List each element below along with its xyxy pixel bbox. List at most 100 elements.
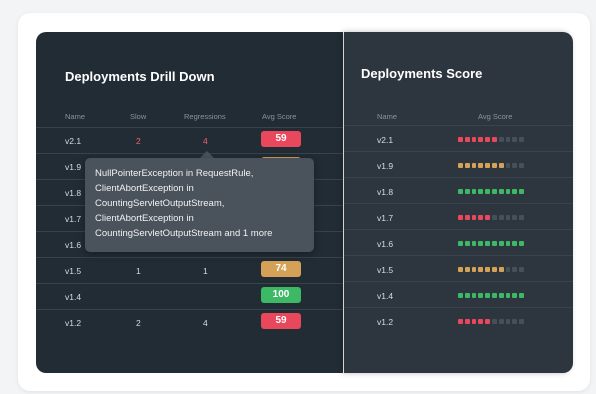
score-segment <box>478 319 484 324</box>
score-segment <box>471 163 477 168</box>
tooltip-arrow <box>200 151 214 158</box>
score-segment <box>485 215 490 220</box>
score-segment <box>478 267 484 272</box>
row-regressions: 4 <box>203 136 208 146</box>
score-badge: 100 <box>261 287 301 303</box>
score-segment <box>478 163 484 168</box>
score-segment <box>519 241 524 246</box>
score-segment <box>505 215 511 220</box>
score-segment <box>478 293 484 298</box>
score-segment <box>505 163 511 168</box>
row-name: v1.7 <box>377 213 394 223</box>
score-segment <box>458 267 463 272</box>
row-slow: 2 <box>136 136 141 146</box>
row-regressions: 4 <box>203 318 208 328</box>
score-bar <box>458 189 524 194</box>
score-bar <box>458 137 524 142</box>
row-name: v1.9 <box>377 161 394 171</box>
score-segment <box>519 319 524 324</box>
score-segment <box>464 137 470 142</box>
score-segment <box>485 137 490 142</box>
score-segment <box>512 215 518 220</box>
score-header-name: Name <box>377 112 398 121</box>
score-segment <box>498 189 504 194</box>
tooltip-line: NullPointerException in RequestRule, <box>95 168 254 179</box>
score-bar <box>458 319 524 324</box>
score-segment <box>505 137 511 142</box>
score-segment <box>458 163 463 168</box>
score-badge: 74 <box>261 261 301 277</box>
score-segment <box>471 267 477 272</box>
drill-down-title: Deployments Drill Down <box>65 69 215 84</box>
header-name: Name <box>65 112 86 121</box>
row-regressions: 1 <box>203 266 208 276</box>
score-segment <box>512 163 518 168</box>
row-slow: 2 <box>136 318 141 328</box>
score-segment <box>491 293 497 298</box>
row-name: v1.2 <box>65 318 82 328</box>
score-segment <box>519 137 524 142</box>
score-bar <box>458 267 524 272</box>
row-name: v1.5 <box>377 265 394 275</box>
score-segment <box>505 241 511 246</box>
score-segment <box>512 189 518 194</box>
score-bar <box>458 293 524 298</box>
score-segment <box>464 163 470 168</box>
row-name: v1.9 <box>65 162 82 172</box>
row-name: v1.7 <box>65 214 82 224</box>
score-segment <box>505 267 511 272</box>
score-segment <box>491 163 497 168</box>
score-segment <box>498 319 504 324</box>
score-bar <box>458 241 524 246</box>
score-segment <box>498 267 504 272</box>
score-segment <box>471 215 477 220</box>
score-segment <box>478 137 484 142</box>
score-segment <box>512 293 518 298</box>
row-name: v1.8 <box>377 187 394 197</box>
score-segment <box>498 137 504 142</box>
score-segment <box>485 267 490 272</box>
header-avg-score: Avg Score <box>262 112 297 121</box>
score-segment <box>485 293 490 298</box>
score-segment <box>464 267 470 272</box>
score-segment <box>458 319 463 324</box>
tooltip-line: CountingServletOutputStream and 1 more <box>95 228 273 239</box>
score-segment <box>458 293 463 298</box>
header-regressions: Regressions <box>184 112 226 121</box>
row-name: v1.8 <box>65 188 82 198</box>
tooltip-line: ClientAbortException in <box>95 213 194 224</box>
score-segment <box>512 241 518 246</box>
tooltip-line: CountingServletOutputStream, <box>95 198 225 209</box>
score-bar <box>458 215 524 220</box>
score-segment <box>512 267 518 272</box>
score-segment <box>491 319 497 324</box>
score-badge: 59 <box>261 313 301 329</box>
score-segment <box>471 189 477 194</box>
row-name: v1.5 <box>65 266 82 276</box>
score-header-avg-score: Avg Score <box>478 112 513 121</box>
row-name: v2.1 <box>65 136 82 146</box>
row-name: v1.2 <box>377 317 394 327</box>
row-slow: 1 <box>136 266 141 276</box>
score-segment <box>464 189 470 194</box>
score-segment <box>519 293 524 298</box>
score-segment <box>458 189 463 194</box>
score-segment <box>471 241 477 246</box>
row-name: v2.1 <box>377 135 394 145</box>
score-segment <box>458 137 463 142</box>
score-title: Deployments Score <box>361 66 483 81</box>
score-segment <box>458 215 463 220</box>
score-segment <box>471 319 477 324</box>
score-segment <box>491 189 497 194</box>
score-bar <box>458 163 524 168</box>
score-segment <box>485 319 490 324</box>
score-segment <box>485 163 490 168</box>
score-segment <box>498 293 504 298</box>
regressions-tooltip: NullPointerException in RequestRule, Cli… <box>85 158 314 252</box>
score-segment <box>491 215 497 220</box>
score-segment <box>519 267 524 272</box>
score-segment <box>464 241 470 246</box>
score-segment <box>471 137 477 142</box>
score-segment <box>485 241 490 246</box>
row-name: v1.4 <box>377 291 394 301</box>
